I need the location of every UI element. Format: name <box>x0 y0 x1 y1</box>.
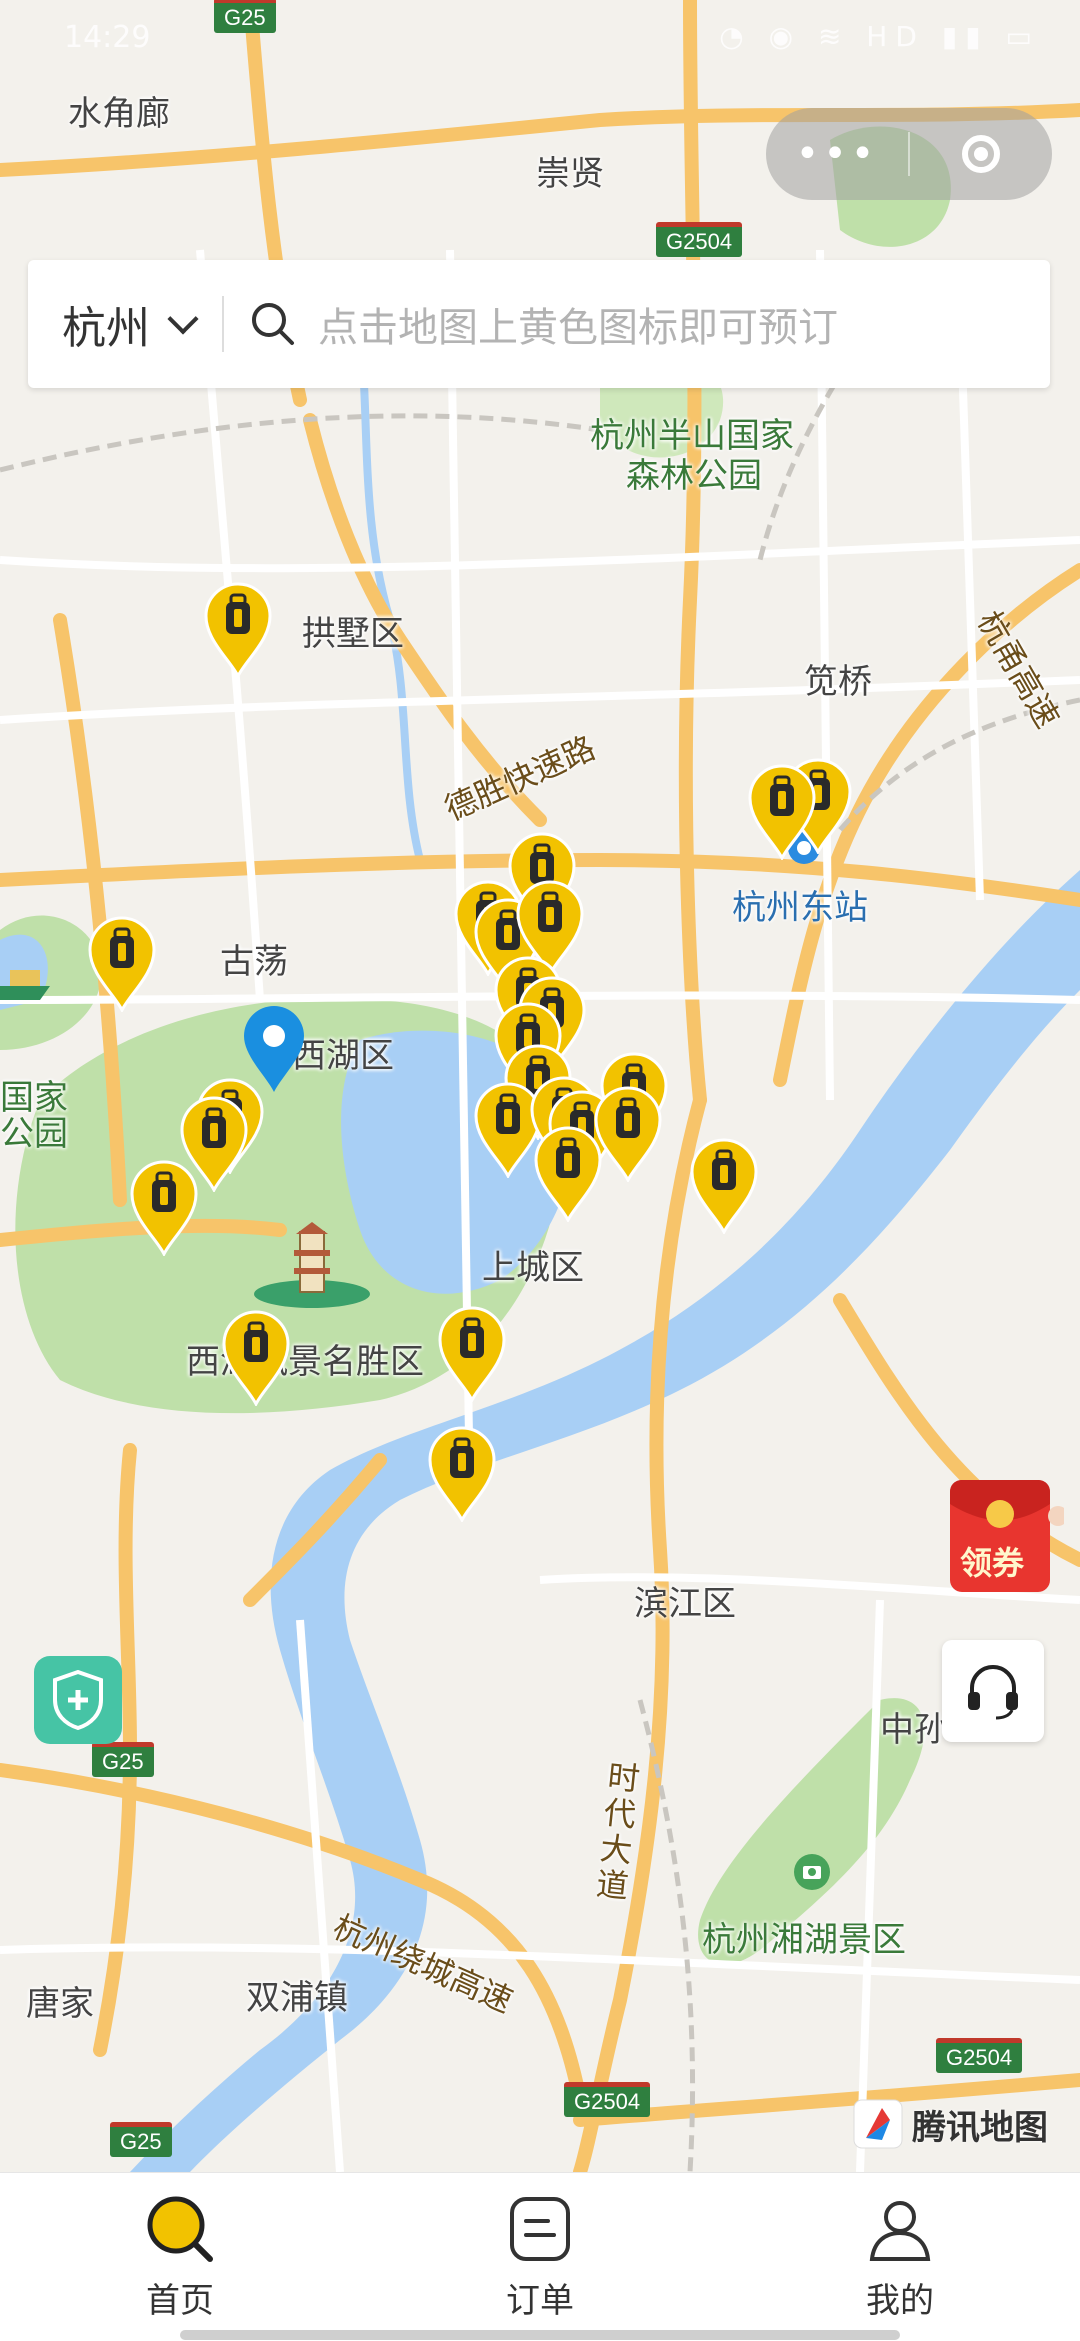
luggage-storage-marker[interactable] <box>534 1126 602 1224</box>
highway-shield: G25 <box>110 2122 172 2157</box>
district-label: 上城区 <box>482 1248 584 1288</box>
home-indicator <box>180 2330 900 2340</box>
place-label: 双浦镇 <box>246 1978 348 2018</box>
search-bar: 杭州 点击地图上黄色图标即可预订 <box>28 260 1050 388</box>
highway-shield: G2504 <box>936 2038 1023 2073</box>
tab-home[interactable]: 首页 <box>0 2173 360 2341</box>
luggage-storage-marker[interactable] <box>88 916 156 1014</box>
search-icon <box>252 303 294 345</box>
place-label: 中孙 <box>880 1710 948 1750</box>
tab-home-label: 首页 <box>146 2281 214 2321</box>
tab-orders[interactable]: 订单 <box>360 2173 720 2341</box>
tencent-map-icon <box>853 2099 903 2149</box>
provider-label: 腾讯地图 <box>912 2107 1048 2148</box>
park-label: 公园 <box>0 1114 68 1154</box>
luggage-storage-marker[interactable] <box>222 1310 290 1408</box>
close-miniprogram-button[interactable] <box>910 135 1052 173</box>
place-label: 笕桥 <box>804 662 872 702</box>
luggage-icon <box>438 1306 506 1404</box>
tab-orders-label: 订单 <box>506 2281 574 2321</box>
tab-profile[interactable]: 我的 <box>720 2173 1080 2341</box>
highway-shield: G2504 <box>656 222 743 257</box>
luggage-icon <box>88 916 156 1014</box>
profile-icon <box>869 2201 931 2261</box>
shield-plus-icon <box>53 1670 103 1730</box>
luggage-storage-marker[interactable] <box>204 582 272 680</box>
safety-button[interactable] <box>34 1656 122 1744</box>
coupon-label: 领券 <box>960 1544 1025 1582</box>
city-label: 杭州 <box>62 303 150 354</box>
luggage-storage-marker[interactable] <box>130 1160 198 1258</box>
place-label: 古荡 <box>220 942 288 982</box>
station-label: 杭州东站 <box>732 888 868 928</box>
highway-shield: G2504 <box>564 2082 651 2117</box>
scenic-spot-icon <box>794 1854 830 1890</box>
home-search-icon <box>147 2196 213 2262</box>
luggage-icon <box>204 582 272 680</box>
status-bar: 14:29 ◔ ◉ ≋ HD ▮▮ ▭ <box>0 0 1080 70</box>
luggage-icon <box>748 764 816 862</box>
headset-icon <box>968 1665 1018 1720</box>
district-label: 拱墅区 <box>302 614 404 654</box>
place-label: 水角廊 <box>68 94 170 134</box>
close-ring-icon <box>962 135 1000 173</box>
luggage-storage-marker[interactable] <box>438 1306 506 1404</box>
tab-profile-label: 我的 <box>866 2281 934 2321</box>
luggage-icon <box>222 1310 290 1408</box>
tab-bar: 首页 订单 我的 <box>0 2172 1080 2341</box>
orders-icon <box>510 2197 570 2261</box>
luggage-storage-marker[interactable] <box>428 1426 496 1524</box>
pagoda-landmark-icon <box>254 1222 370 1308</box>
coupon-button[interactable]: 领券 <box>946 1474 1068 1598</box>
luggage-icon <box>690 1138 758 1236</box>
more-menu-button[interactable]: ••• <box>766 131 908 177</box>
status-icons: ◔ ◉ ≋ HD ▮▮ ▭ <box>719 20 1040 53</box>
scenic-label: 杭州湘湖景区 <box>702 1920 906 1960</box>
status-time: 14:29 <box>64 20 151 55</box>
chevron-down-icon <box>167 303 199 335</box>
district-label: 西湖区 <box>292 1036 394 1076</box>
customer-service-button[interactable] <box>942 1640 1044 1742</box>
luggage-icon <box>534 1126 602 1224</box>
place-label: 崇贤 <box>536 154 604 194</box>
district-label: 滨江区 <box>634 1584 736 1624</box>
luggage-storage-marker[interactable] <box>690 1138 758 1236</box>
highway-shield: G25 <box>92 1742 154 1777</box>
luggage-icon <box>594 1086 662 1184</box>
luggage-storage-marker[interactable] <box>594 1086 662 1184</box>
luggage-storage-marker[interactable] <box>748 764 816 862</box>
miniprogram-capsule: ••• <box>766 108 1052 200</box>
place-label: 唐家 <box>26 1984 94 2024</box>
city-selector[interactable]: 杭州 <box>28 292 222 356</box>
boat-landmark-icon <box>0 970 50 1000</box>
luggage-icon <box>130 1160 198 1258</box>
luggage-icon <box>428 1426 496 1524</box>
map-provider-logo: 腾讯地图 <box>852 2098 1048 2150</box>
park-label: 森林公园 <box>626 456 762 496</box>
search-input[interactable]: 点击地图上黄色图标即可预订 <box>318 295 838 353</box>
search-divider <box>222 296 224 352</box>
